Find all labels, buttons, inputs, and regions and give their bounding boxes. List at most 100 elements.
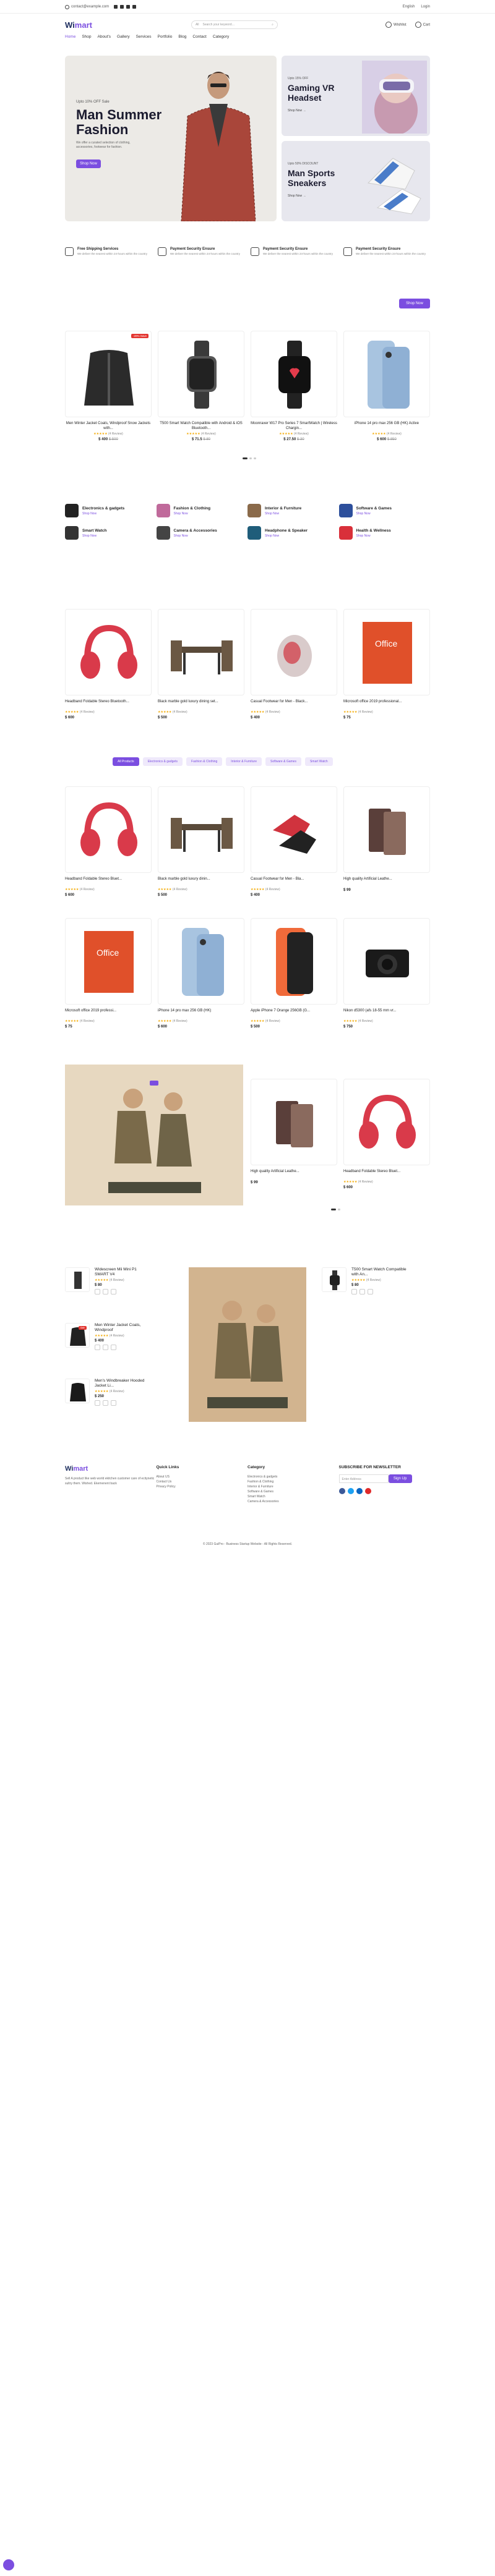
nav-about[interactable]: About's bbox=[98, 35, 111, 39]
promo-sneakers-link[interactable]: Shop Now → bbox=[288, 194, 306, 198]
category-item[interactable]: Camera & Accessories Shop Now bbox=[156, 526, 248, 540]
product-image-headphone[interactable] bbox=[343, 1079, 430, 1165]
footer-link[interactable]: Contact Us bbox=[157, 1479, 248, 1484]
product-image-dining-set[interactable] bbox=[158, 786, 244, 873]
footer-category-link[interactable]: Electronics & gadgets bbox=[248, 1474, 339, 1479]
product-image-office[interactable]: Office bbox=[343, 609, 430, 695]
product-card[interactable]: Black marble gold luxury dinin... ★★★★★ … bbox=[158, 786, 244, 897]
play-button[interactable] bbox=[150, 1081, 158, 1086]
tab-fashion[interactable]: Fashion & Clothing bbox=[186, 757, 223, 766]
eye-icon[interactable] bbox=[111, 1345, 116, 1350]
product-card[interactable]: -20% Save Men Winter Jacket Coats, Windp… bbox=[65, 331, 152, 441]
product-image-dining-set[interactable] bbox=[158, 609, 244, 695]
product-image-headphone[interactable] bbox=[65, 786, 152, 873]
product-image-leather[interactable] bbox=[251, 1079, 337, 1165]
eye-icon[interactable] bbox=[368, 1289, 373, 1294]
newsletter-email-input[interactable]: Enter Address bbox=[338, 1474, 389, 1483]
product-image-footwear[interactable] bbox=[251, 609, 337, 695]
product-image-projector[interactable] bbox=[65, 1267, 90, 1292]
category-item[interactable]: Health & Wellness Shop Now bbox=[338, 526, 431, 540]
cart-icon[interactable] bbox=[95, 1400, 100, 1406]
footer-link[interactable]: About US bbox=[157, 1474, 248, 1479]
instagram-icon[interactable] bbox=[126, 5, 131, 9]
youtube-icon[interactable] bbox=[364, 1488, 371, 1494]
product-image-iphone-orange[interactable] bbox=[251, 918, 337, 1005]
footer-category-link[interactable]: Camera & Accessories bbox=[248, 1499, 339, 1504]
cart-icon[interactable] bbox=[95, 1289, 100, 1294]
product-card[interactable]: High quality Artificial Leathe... $ 99 bbox=[343, 786, 430, 897]
topbar-email[interactable]: contact@example.com bbox=[71, 5, 109, 9]
cart-icon[interactable] bbox=[95, 1345, 100, 1350]
linkedin-icon[interactable] bbox=[356, 1488, 363, 1494]
tab-interior[interactable]: Interior & Furniture bbox=[226, 757, 262, 766]
product-card[interactable]: Nikon d5300 (afs 18-55 mm vr... ★★★★★ (4… bbox=[343, 918, 430, 1029]
product-image-iphone[interactable] bbox=[158, 918, 244, 1005]
product-card[interactable]: iPhone 14 pro max 256 GB (HK) ★★★★★ (4 R… bbox=[158, 918, 244, 1029]
category-item[interactable]: Interior & Furniture Shop Now bbox=[248, 504, 339, 517]
product-image-footwear[interactable] bbox=[251, 786, 337, 873]
mini-product[interactable]: Sale Men Winter Jacket Coats, Windproof ★… bbox=[65, 1323, 150, 1350]
nav-category[interactable]: Category bbox=[213, 35, 229, 39]
category-item[interactable]: Software & Games Shop Now bbox=[338, 504, 431, 517]
facebook-icon[interactable] bbox=[338, 1488, 345, 1494]
product-card[interactable]: Moonraxer W17 Pro Series 7 SmartWatch | … bbox=[251, 331, 337, 441]
product-image-watch[interactable] bbox=[322, 1267, 346, 1292]
footer-category-link[interactable]: Software & Games bbox=[248, 1489, 339, 1494]
hero-shop-button[interactable]: Shop Now bbox=[76, 159, 101, 168]
nav-shop[interactable]: Shop bbox=[82, 35, 91, 39]
category-select[interactable]: All bbox=[196, 23, 199, 27]
product-image-smartwatch[interactable] bbox=[251, 331, 337, 417]
heart-icon[interactable] bbox=[103, 1289, 108, 1294]
scroll-top-button[interactable] bbox=[3, 2559, 14, 2570]
cart-icon[interactable] bbox=[351, 1289, 357, 1294]
product-card[interactable]: Headband Foldable Stereo Bluetooth... ★★… bbox=[65, 609, 152, 720]
product-image-jacket[interactable]: -20% Save bbox=[65, 331, 152, 417]
newsletter-signup-button[interactable]: Sign Up bbox=[388, 1474, 412, 1483]
nav-contact[interactable]: Contact bbox=[192, 35, 206, 39]
product-card[interactable]: iPhone 14 pro max 256 GB (HK) Active ★★★… bbox=[343, 331, 430, 441]
banner-dots[interactable] bbox=[331, 1209, 340, 1210]
tab-smart-watch[interactable]: Smart Watch bbox=[304, 757, 333, 766]
product-image-watch[interactable] bbox=[158, 331, 244, 417]
product-card[interactable]: Office Microsoft office 2019 professiona… bbox=[343, 609, 430, 720]
tab-electronics[interactable]: Electronics & gadgets bbox=[142, 757, 183, 766]
nav-home[interactable]: Home bbox=[65, 35, 75, 39]
tab-all-products[interactable]: All Products bbox=[113, 757, 139, 766]
product-image-office[interactable]: Office bbox=[65, 918, 152, 1005]
tab-software[interactable]: Software & Games bbox=[265, 757, 301, 766]
product-image-headphone[interactable] bbox=[65, 609, 152, 695]
heart-icon[interactable] bbox=[103, 1345, 108, 1350]
category-item[interactable]: Headphone & Speaker Shop Now bbox=[248, 526, 339, 540]
eye-icon[interactable] bbox=[111, 1289, 116, 1294]
product-card[interactable]: T500 Smart Watch Compatible with Android… bbox=[158, 331, 244, 441]
product-image-camera[interactable] bbox=[343, 918, 430, 1005]
wishlist-button[interactable]: Wishlist bbox=[385, 22, 407, 28]
footer-category-link[interactable]: Smart Watch bbox=[248, 1494, 339, 1499]
product-card[interactable]: Headband Foldable Stereo Bluet... ★★★★★ … bbox=[65, 786, 152, 897]
category-item[interactable]: Fashion & Clothing Shop Now bbox=[156, 504, 248, 517]
nav-blog[interactable]: Blog bbox=[178, 35, 186, 39]
mini-product[interactable]: T500 Smart Watch Compatible with An... ★★… bbox=[322, 1267, 407, 1294]
facebook-icon[interactable] bbox=[114, 5, 118, 9]
search-bar[interactable]: All Search your keyword… ⌕ bbox=[191, 20, 278, 29]
search-icon[interactable]: ⌕ bbox=[272, 23, 273, 27]
twitter-icon[interactable] bbox=[120, 5, 124, 9]
footer-category-link[interactable]: Interior & Furniture bbox=[248, 1484, 339, 1489]
logo[interactable]: Wimart bbox=[65, 20, 92, 30]
mini-product[interactable]: Widescreen Mii Mini P1 SMART V4 ★★★★★ (4 … bbox=[65, 1267, 150, 1294]
center-promo-image[interactable] bbox=[189, 1267, 306, 1422]
twitter-icon[interactable] bbox=[347, 1488, 354, 1494]
carousel-dots[interactable] bbox=[243, 457, 256, 459]
product-card[interactable]: Apple iPhone 7 Orange 256GB (G... ★★★★★ … bbox=[251, 918, 337, 1029]
nav-services[interactable]: Services bbox=[136, 35, 152, 39]
product-card[interactable]: Casual Footwear for Men - Bla... ★★★★★ (… bbox=[251, 786, 337, 897]
promo-vr-link[interactable]: Shop Now → bbox=[288, 109, 306, 113]
product-card[interactable]: Black marble gold luxury dining set... ★… bbox=[158, 609, 244, 720]
promo-card-sneakers[interactable]: Upto 50% DISCOUNT Man Sports Sneakers Sh… bbox=[282, 141, 430, 221]
heart-icon[interactable] bbox=[359, 1289, 365, 1294]
linkedin-icon[interactable] bbox=[132, 5, 137, 9]
product-image-windbreaker[interactable] bbox=[65, 1379, 90, 1403]
heart-icon[interactable] bbox=[103, 1400, 108, 1406]
product-card[interactable]: Office Microsoft office 2019 professi...… bbox=[65, 918, 152, 1029]
category-item[interactable]: Smart Watch Shop Now bbox=[65, 526, 157, 540]
